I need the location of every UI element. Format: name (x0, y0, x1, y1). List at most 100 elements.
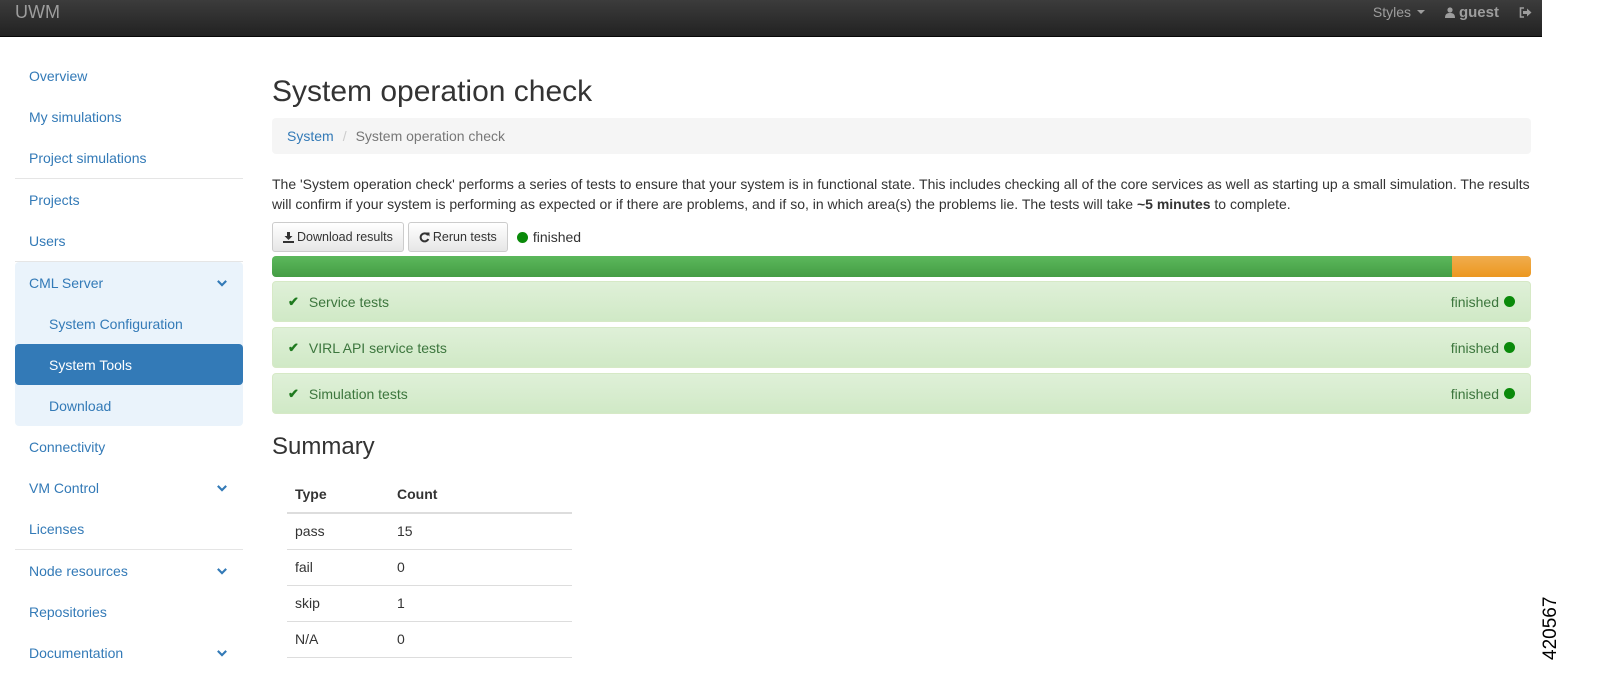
breadcrumb-separator: / (342, 128, 347, 144)
test-group-label: VIRL API service tests (308, 339, 447, 356)
brand-logo[interactable]: UWM (15, 2, 60, 23)
test-group-label: Simulation tests (308, 385, 408, 402)
test-group-status: finished (1450, 385, 1499, 402)
sign-out-icon (1519, 6, 1532, 18)
chevron-down-icon (217, 279, 227, 287)
breadcrumb-current: System operation check (355, 128, 505, 144)
sidebar-item-project-simulations[interactable]: Project simulations (15, 137, 243, 178)
caret-down-icon (1416, 10, 1425, 14)
sidebar-item-system-configuration[interactable]: System Configuration (15, 303, 243, 344)
overall-status-text: finished (532, 229, 582, 245)
test-group-status: finished (1450, 293, 1499, 310)
styles-dropdown[interactable]: Styles (1363, 4, 1435, 20)
sidebar-item-projects[interactable]: Projects (15, 179, 243, 220)
refresh-icon (419, 231, 430, 242)
cell-count: 0 (389, 549, 572, 586)
column-header-count: Count (389, 476, 572, 514)
user-icon (1444, 6, 1455, 18)
status-dot-icon (1504, 296, 1515, 307)
cell-type: skip (287, 585, 389, 622)
user-menu[interactable]: guest (1435, 4, 1509, 21)
sidebar-item-connectivity[interactable]: Connectivity (15, 426, 243, 467)
page-description: The 'System operation check' performs a … (272, 175, 1531, 214)
table-row: N/A 0 (287, 621, 572, 658)
sidebar-item-label: System Configuration (49, 315, 183, 332)
download-icon (283, 231, 294, 243)
status-dot-icon (516, 231, 528, 243)
summary-table: Type Count pass 15 fail 0 skip 1 N/A 0 (287, 476, 572, 658)
sidebar-item-label: Node resources (29, 562, 128, 579)
breadcrumb: System / System operation check (272, 118, 1531, 154)
table-row: fail 0 (287, 549, 572, 586)
status-dot-icon (1504, 388, 1515, 399)
rerun-tests-label: Rerun tests (432, 230, 497, 244)
test-group-service-tests[interactable]: ✔ Service tests finished (272, 281, 1531, 322)
description-text: The 'System operation check' performs a … (272, 176, 1530, 212)
sidebar-item-users[interactable]: Users (15, 220, 243, 261)
test-group-virl-api-service-tests[interactable]: ✔ VIRL API service tests finished (272, 327, 1531, 368)
breadcrumb-system-link[interactable]: System (287, 128, 334, 144)
page-title: System operation check (272, 75, 593, 108)
logout-button[interactable] (1509, 6, 1542, 18)
sidebar-item-label: Download (49, 397, 112, 414)
cell-type: pass (287, 513, 389, 550)
test-group-simulation-tests[interactable]: ✔ Simulation tests finished (272, 373, 1531, 414)
sidebar-item-label: Licenses (29, 520, 85, 537)
sidebar-item-label: System Tools (49, 356, 132, 373)
sidebar-item-system-tools[interactable]: System Tools (15, 344, 243, 385)
sidebar-item-download[interactable]: Download (15, 385, 243, 426)
actions-bar: Download results Rerun tests finished (272, 222, 1531, 252)
test-progress-bar (272, 256, 1531, 277)
summary-header-row: Type Count (287, 476, 572, 514)
sidebar-item-licenses[interactable]: Licenses (15, 508, 243, 549)
download-results-label: Download results (297, 230, 393, 244)
overall-status: finished (516, 229, 582, 245)
rerun-tests-button[interactable]: Rerun tests (407, 222, 508, 252)
check-icon: ✔ (288, 293, 299, 309)
test-group-status: finished (1450, 339, 1499, 356)
sidebar-item-label: Projects (29, 191, 80, 208)
cell-count: 0 (389, 621, 572, 658)
main-content: System operation check System / System o… (272, 60, 1531, 658)
sidebar-item-cml-server[interactable]: CML Server (15, 262, 243, 303)
status-dot-icon (1504, 342, 1515, 353)
figure-id-label: 420567 (1540, 596, 1561, 660)
sidebar-item-label: Users (29, 232, 66, 249)
table-row: pass 15 (287, 513, 572, 550)
user-label: guest (1458, 3, 1499, 21)
download-results-button[interactable]: Download results (272, 222, 404, 252)
sidebar-item-my-simulations[interactable]: My simulations (15, 96, 243, 137)
sidebar-item-repositories[interactable]: Repositories (15, 591, 243, 632)
description-duration: ~5 minutes (1136, 195, 1211, 212)
top-navbar: UWM Styles guest (0, 0, 1542, 37)
column-header-type: Type (287, 476, 389, 514)
chevron-down-icon (217, 649, 227, 657)
sidebar-item-label: Connectivity (29, 438, 106, 455)
sidebar-item-label: CML Server (29, 274, 104, 291)
description-text-end: to complete. (1210, 195, 1291, 212)
cell-count: 1 (389, 585, 572, 622)
sidebar-item-vm-control[interactable]: VM Control (15, 467, 243, 508)
table-row: skip 1 (287, 585, 572, 622)
sidebar-item-label: Project simulations (29, 149, 147, 166)
cell-type: fail (287, 549, 389, 586)
sidebar-item-label: Overview (29, 67, 88, 84)
sidebar-item-node-resources[interactable]: Node resources (15, 550, 243, 591)
check-icon: ✔ (288, 385, 299, 401)
sidebar-nav: Overview My simulations Project simulati… (15, 55, 243, 673)
test-group-label: Service tests (308, 293, 390, 310)
check-icon: ✔ (288, 339, 299, 355)
sidebar-item-overview[interactable]: Overview (15, 55, 243, 96)
styles-label: Styles (1372, 4, 1411, 20)
sidebar-item-label: Repositories (29, 603, 107, 620)
chevron-down-icon (217, 567, 227, 575)
cell-type: N/A (287, 621, 389, 658)
cell-count: 15 (389, 513, 572, 550)
summary-heading: Summary (272, 433, 375, 460)
sidebar-item-label: Documentation (29, 644, 124, 661)
sidebar-group-cml-server: CML Server System Configuration System T… (15, 262, 243, 426)
chevron-down-icon (217, 484, 227, 492)
navbar-right: Styles guest (1363, 0, 1542, 24)
progress-pass-segment (272, 256, 1453, 277)
sidebar-item-documentation[interactable]: Documentation (15, 632, 243, 673)
